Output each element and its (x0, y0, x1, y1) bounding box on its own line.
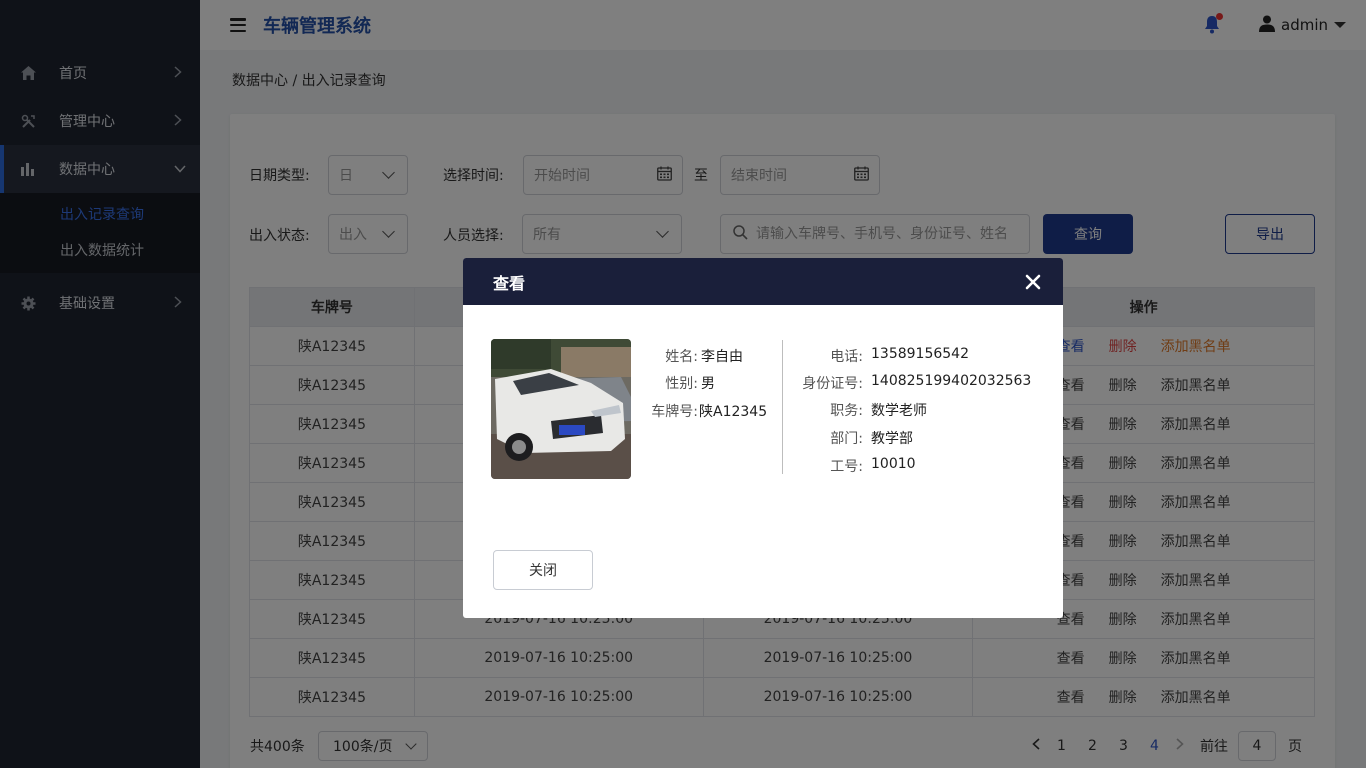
close-button[interactable]: 关闭 (493, 550, 593, 590)
info-divider (782, 340, 783, 474)
info-gender: 性别: 男 (665, 376, 715, 392)
info-employee-id: 工号: 10010 (830, 456, 916, 475)
info-department: 部门: 教学部 (830, 431, 913, 447)
vehicle-photo (491, 339, 631, 479)
info-position: 职务: 数学老师 (830, 403, 927, 419)
info-name: 姓名: 李自由 (665, 349, 743, 365)
close-icon[interactable] (1025, 270, 1041, 294)
info-phone: 电话: 13589156542 (830, 346, 969, 365)
dialog-header: 查看 (463, 258, 1063, 305)
info-plate: 车牌号: 陕A12345 (651, 404, 768, 420)
dialog-title: 查看 (493, 273, 526, 293)
info-id-number: 身份证号: 140825199402032563 (802, 373, 1032, 392)
view-dialog: 查看 姓名: 李自由 性别: 男 车牌号: 陕A12345 电话: 135891… (463, 258, 1063, 618)
